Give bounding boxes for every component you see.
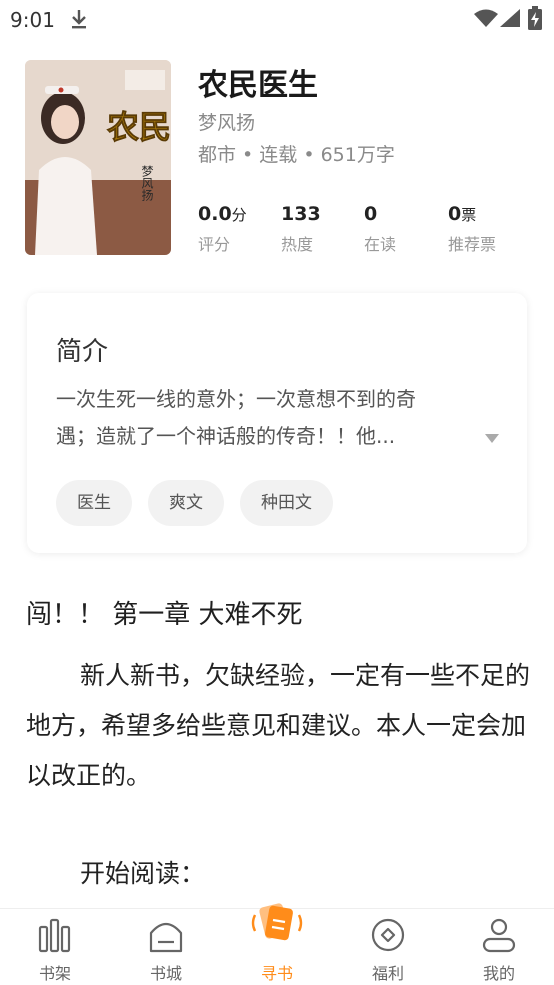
stat-rating-number: 0.0 [198, 203, 232, 225]
stat-reading-number: 0 [364, 203, 378, 225]
stat-reading: 0 在读 [364, 203, 396, 255]
tag-doctor[interactable]: 医生 [56, 480, 132, 526]
tag-list: 医生 爽文 种田文 [56, 480, 333, 526]
nav-bookshelf-label: 书架 [38, 964, 71, 983]
book-author[interactable]: 梦风扬 [198, 108, 255, 135]
start-reading-text: 开始阅读： [80, 859, 206, 888]
intro-text-line-1: 一次生死一线的意外；一次意想不到的奇 [56, 387, 416, 411]
book-cover[interactable]: 农民医生 梦风扬 [25, 60, 171, 255]
intro-card: 简介 一次生死一线的意外；一次意想不到的奇 遇；造就了一个神话般的传奇！！他..… [27, 293, 527, 553]
chapter-title: 闯！！ 第一章 大难不死 [26, 600, 303, 630]
stat-popularity-label: 热度 [281, 235, 314, 254]
stat-popularity-number: 133 [281, 203, 321, 225]
book-title: 农民医生 [198, 68, 318, 103]
book-cover-illustration: 农民医生 梦风扬 [25, 60, 171, 255]
nav-bookshelf[interactable]: 书架 [0, 909, 110, 985]
benefits-icon [371, 918, 405, 952]
status-time: 9:01 [10, 8, 55, 32]
book-meta: 都市 • 连载 • 651万字 [198, 144, 395, 166]
nav-bookstore-label: 书城 [149, 964, 182, 983]
bookshelf-icon [38, 918, 71, 953]
bottom-nav: 书架 书城 寻书 福利 我的 [0, 903, 554, 985]
stat-votes-number: 0 [448, 203, 462, 225]
stat-rating-label: 评分 [198, 235, 231, 254]
nav-benefits-label: 福利 [371, 964, 404, 983]
nav-find-book[interactable]: 寻书 [222, 903, 332, 985]
stat-votes-unit: 票 [461, 206, 477, 224]
nav-find-book-label: 寻书 [260, 964, 293, 983]
find-book-icon [251, 903, 303, 941]
stat-recommend-votes[interactable]: 0票 推荐票 [448, 203, 496, 255]
profile-icon [482, 918, 516, 953]
expand-arrow-icon[interactable] [485, 434, 499, 443]
stat-reading-value: 0 [364, 203, 396, 225]
intro-text[interactable]: 一次生死一线的意外；一次意想不到的奇 遇；造就了一个神话般的传奇！！他... [56, 381, 476, 455]
stat-votes-label: 推荐票 [448, 235, 497, 254]
bookstore-icon [149, 922, 183, 953]
status-bar: 9:01 [0, 0, 554, 40]
cover-author: 梦风扬 [140, 165, 154, 201]
stat-reading-label: 在读 [364, 235, 397, 254]
stat-popularity: 133 热度 [281, 203, 321, 255]
cover-title-char-1: 农民医生 [107, 108, 171, 146]
nav-profile-label: 我的 [482, 964, 515, 983]
battery-charging-icon [528, 6, 542, 30]
signal-icon [500, 9, 520, 27]
chapter-body: 新人新书，欠缺经验，一定有一些不足的地方，希望多给些意见和建议。本人一定会加以改… [26, 661, 531, 790]
nav-bookstore[interactable]: 书城 [111, 909, 221, 985]
stat-rating: 0.0分 评分 [198, 203, 247, 255]
stat-rating-value: 0.0分 [198, 203, 247, 225]
nav-profile[interactable]: 我的 [444, 909, 554, 985]
intro-text-line-2: 遇；造就了一个神话般的传奇！！他... [56, 424, 396, 448]
download-icon [72, 10, 86, 29]
tag-farming[interactable]: 种田文 [240, 480, 333, 526]
wifi-icon [474, 9, 498, 27]
intro-heading: 简介 [56, 337, 109, 367]
stat-votes-value: 0票 [448, 203, 496, 225]
stat-popularity-value: 133 [281, 203, 321, 225]
tag-cool-read[interactable]: 爽文 [148, 480, 224, 526]
stat-rating-unit: 分 [231, 206, 247, 224]
nav-benefits[interactable]: 福利 [333, 909, 443, 985]
